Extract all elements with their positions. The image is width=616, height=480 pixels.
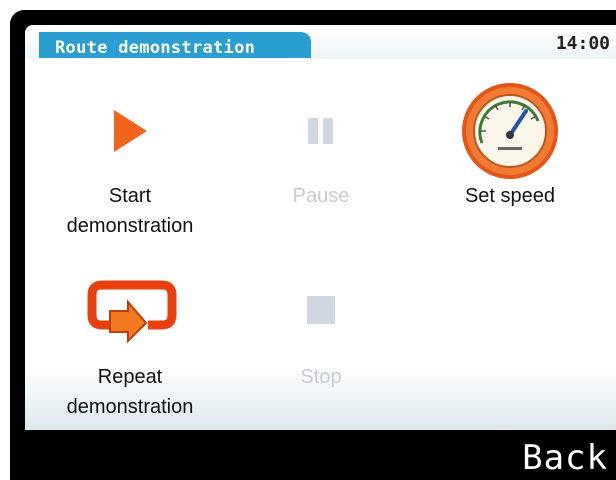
start-demonstration-text: Start demonstration	[66, 185, 194, 237]
play-icon	[45, 91, 215, 171]
repeat-icon	[45, 270, 215, 350]
stop-button[interactable]: Stop	[236, 270, 406, 430]
pause-label: Pause	[236, 181, 406, 211]
start-demonstration-label: Start demonstration	[45, 181, 215, 241]
repeat-demonstration-label: Repeat demonstration	[45, 362, 215, 422]
device-frame: Route demonstration 14:00 Start demonstr…	[10, 10, 616, 480]
title-bar: Route demonstration 14:00	[25, 25, 616, 59]
set-speed-label: Set speed	[425, 181, 595, 211]
stop-text: Stop	[300, 366, 342, 388]
title-tab: Route demonstration	[39, 32, 311, 58]
back-button[interactable]: Back	[522, 438, 608, 478]
set-speed-button[interactable]: Set speed	[425, 83, 595, 261]
clock: 14:00	[555, 33, 610, 54]
pause-text: Pause	[292, 185, 350, 207]
set-speed-text: Set speed	[464, 185, 556, 207]
stop-icon	[236, 270, 406, 350]
speedometer-icon	[425, 83, 595, 179]
pause-icon	[236, 91, 406, 171]
stop-label: Stop	[236, 362, 406, 392]
repeat-demonstration-text: Repeat demonstration	[66, 366, 194, 418]
repeat-demonstration-button[interactable]: Repeat demonstration	[45, 270, 215, 430]
start-demonstration-button[interactable]: Start demonstration	[45, 91, 215, 261]
page-title: Route demonstration	[55, 38, 256, 58]
screen: Route demonstration 14:00 Start demonstr…	[25, 25, 616, 430]
pause-button[interactable]: Pause	[236, 91, 406, 261]
